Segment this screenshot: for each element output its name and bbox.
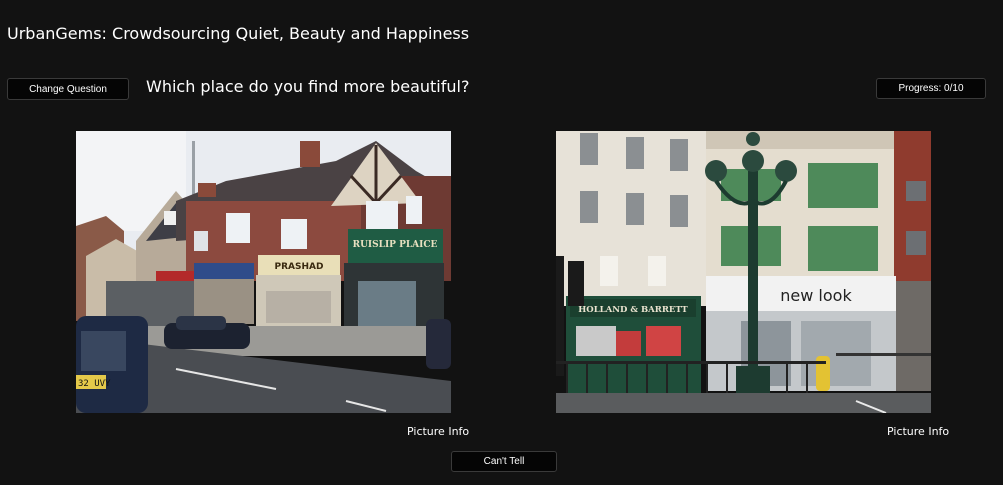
ruislip-plaice-sign-text: RUISLIP PLAICE bbox=[353, 240, 438, 250]
new-look-sign-text: new look bbox=[780, 286, 852, 305]
holland-barrett-sign-text: HOLLAND & BARRETT bbox=[578, 305, 688, 315]
progress-button[interactable]: Progress: 0/10 bbox=[876, 78, 986, 99]
right-place-image[interactable]: HOLLAND & BARRETT new look bbox=[556, 131, 931, 413]
urbangems-page: UrbanGems: Crowdsourcing Quiet, Beauty a… bbox=[0, 0, 1003, 485]
right-street-photo: HOLLAND & BARRETT new look bbox=[556, 131, 931, 413]
right-picture-info-link[interactable]: Picture Info bbox=[887, 425, 949, 438]
left-place-image[interactable]: PRASHAD RUISLIP PLAICE 32 UVY bbox=[76, 131, 451, 413]
change-question-button[interactable]: Change Question bbox=[7, 78, 129, 100]
left-plate-text: 32 UVY bbox=[78, 379, 111, 389]
prashad-sign-text: PRASHAD bbox=[275, 262, 324, 272]
left-street-photo: PRASHAD RUISLIP PLAICE 32 UVY bbox=[76, 131, 451, 413]
cant-tell-button[interactable]: Can't Tell bbox=[451, 451, 557, 472]
question-text: Which place do you find more beautiful? bbox=[146, 77, 470, 96]
page-title: UrbanGems: Crowdsourcing Quiet, Beauty a… bbox=[7, 24, 470, 43]
left-picture-info-link[interactable]: Picture Info bbox=[407, 425, 469, 438]
